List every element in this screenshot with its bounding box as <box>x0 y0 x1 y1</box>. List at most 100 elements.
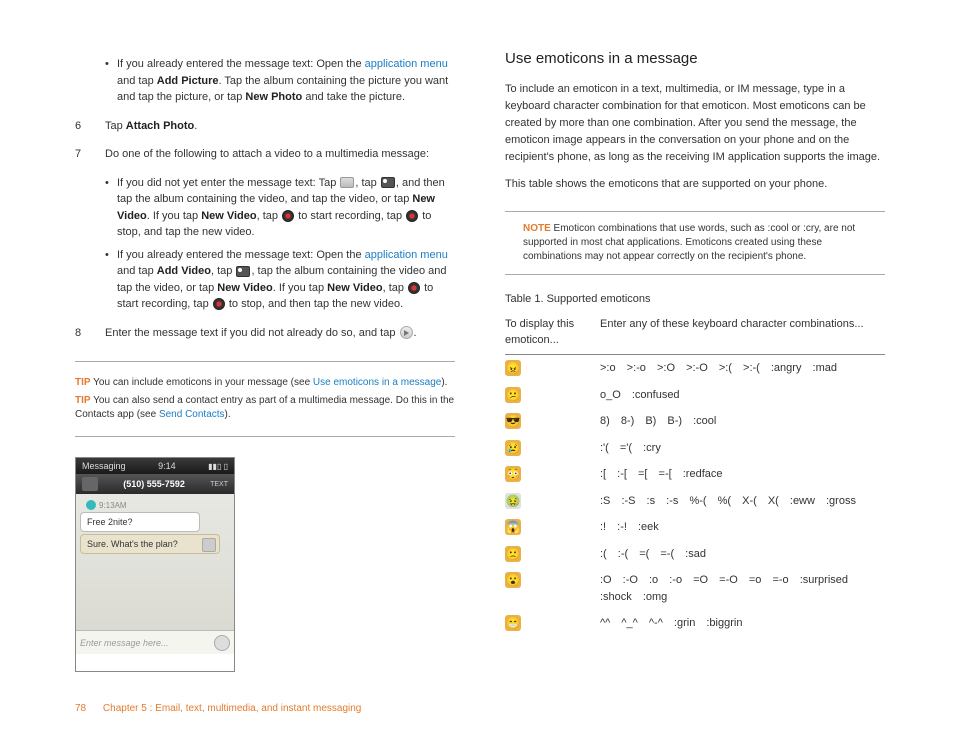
emoticon-combos: ^^ ^_^ ^-^ :grin :biggrin <box>600 615 885 632</box>
text: , tap <box>211 265 235 277</box>
paragraph: This table shows the emoticons that are … <box>505 176 885 193</box>
text: If you already entered the message text:… <box>117 58 365 70</box>
link-send-contacts[interactable]: Send Contacts <box>159 409 225 420</box>
step-number: 7 <box>75 146 105 163</box>
table-header-combos: Enter any of these keyboard character co… <box>600 317 885 348</box>
text: You can also send a contact entry as par… <box>75 395 454 420</box>
bold-add-video: Add Video <box>157 265 211 277</box>
emoticon-combos: :( :-( =( =-( :sad <box>600 546 885 563</box>
text: ). <box>441 377 447 388</box>
text: Enter the message text if you did not al… <box>105 327 399 339</box>
tip-label: TIP <box>75 395 91 406</box>
bold-new-video: New Video <box>201 210 256 222</box>
emoticon-combos: >:o >:-o >:O >:-O >:( >:-( :angry :mad <box>600 360 885 377</box>
note-text: Emoticon combinations that use words, su… <box>523 223 855 262</box>
stop-icon <box>406 210 418 222</box>
stop-icon <box>213 298 225 310</box>
table-row: 🙁:( :-( =( =-( :sad <box>505 541 885 568</box>
link-application-menu[interactable]: application menu <box>365 249 448 261</box>
attach-icon <box>214 635 230 651</box>
table-row: 😢 :'( ='( :cry <box>505 435 885 462</box>
incoming-message: Free 2nite? <box>80 512 200 532</box>
video-icon <box>381 177 395 188</box>
step-text: Do one of the following to attach a vide… <box>105 146 455 163</box>
status-app-name: Messaging <box>82 461 126 471</box>
table-header-emoticon: To display this emoticon... <box>505 317 600 348</box>
emoticon-combos: :S :-S :s :-s %-( %( X-( X( :eww :gross <box>600 493 885 510</box>
table-row: 😕 o_O :confused <box>505 382 885 409</box>
page-number: 78 <box>75 703 86 714</box>
text: , tap <box>355 177 379 189</box>
table-row: 😱 :! :-! :eek <box>505 514 885 541</box>
contact-icon <box>82 477 98 491</box>
left-column: • If you already entered the message tex… <box>75 50 455 672</box>
link-use-emoticons[interactable]: Use emoticons in a message <box>313 377 441 388</box>
paragraph: To include an emoticon in a text, multim… <box>505 81 885 166</box>
outgoing-message: Sure. What's the plan? <box>80 534 220 554</box>
emoticon-combos: :O :-O :o :-o =O =-O =o =-o :surprised :… <box>600 572 885 605</box>
signal-icon: ▮▮▯ ▯ <box>208 462 228 471</box>
text: . <box>194 120 197 132</box>
emoticon-combos: :! :-! :eek <box>600 519 885 536</box>
page-footer: 78 Chapter 5 : Email, text, multimedia, … <box>75 703 361 714</box>
table-row: 🤢 :S :-S :s :-s %-( %( X-( X( :eww :gross <box>505 488 885 515</box>
step-7: 7 Do one of the following to attach a vi… <box>75 146 455 163</box>
input-placeholder: Enter message here... <box>80 638 169 648</box>
compose-icon <box>340 177 354 188</box>
note-label: NOTE <box>523 223 551 234</box>
bold-new-video: New Video <box>217 282 272 294</box>
text: . <box>414 327 417 339</box>
bullet-existing-text-picture: • If you already entered the message tex… <box>105 56 455 106</box>
phone-message-input: Enter message here... <box>76 630 234 654</box>
emoticon-icon: 😢 <box>505 440 521 456</box>
text: to stop, and then tap the new video. <box>226 298 403 310</box>
emoticon-icon: 😕 <box>505 387 521 403</box>
emoticon-icon: 😠 <box>505 360 521 376</box>
bold-new-video: New Video <box>327 282 382 294</box>
text: If you did not yet enter the message tex… <box>117 177 339 189</box>
emoticon-icon: 😎 <box>505 413 521 429</box>
table-row: 😁^^ ^_^ ^-^ :grin :biggrin <box>505 610 885 637</box>
emoticon-combos: :'( ='( :cry <box>600 440 885 457</box>
message-text: Sure. What's the plan? <box>87 539 178 549</box>
record-icon <box>408 282 420 294</box>
text: ). <box>225 409 231 420</box>
bullet-no-text-video: • If you did not yet enter the message t… <box>105 175 455 241</box>
note-block: NOTE Emoticon combinations that use word… <box>505 211 885 275</box>
step-8: 8 Enter the message text if you did not … <box>75 325 455 342</box>
emoticon-combos: o_O :confused <box>600 387 885 404</box>
table-row: 😎 8) 8-) B) B-) :cool <box>505 408 885 435</box>
section-title: Use emoticons in a message <box>505 50 885 67</box>
link-application-menu[interactable]: application menu <box>365 58 448 70</box>
table-row: 😠 >:o >:-o >:O >:-O >:( >:-( :angry :mad <box>505 355 885 382</box>
step-number: 8 <box>75 325 105 342</box>
phone-screenshot: Messaging 9:14 ▮▮▯ ▯ (510) 555-7592 TEXT… <box>75 457 235 672</box>
table-row: 😳 :[ :-[ =[ =-[ :redface <box>505 461 885 488</box>
chapter-title: Chapter 5 : Email, text, multimedia, and… <box>103 703 361 714</box>
bullet-dot: • <box>105 56 117 106</box>
table-row: 😮 :O :-O :o :-o =O =-O =o =-o :surprised … <box>505 567 885 610</box>
phone-status-bar: Messaging 9:14 ▮▮▯ ▯ <box>76 458 234 474</box>
phone-number: (510) 555-7592 <box>123 479 185 489</box>
tip-block: TIP You can include emoticons in your me… <box>75 361 455 437</box>
table-caption: Table 1. Supported emoticons <box>505 293 885 305</box>
emoticon-icon: 🤢 <box>505 493 521 509</box>
text: and tap <box>117 75 157 87</box>
emoticon-icon: 😮 <box>505 572 521 588</box>
avatar-icon <box>202 538 216 552</box>
bold-add-picture: Add Picture <box>157 75 219 87</box>
step-number: 6 <box>75 118 105 135</box>
table-header: To display this emoticon... Enter any of… <box>505 311 885 355</box>
text: If you already entered the message text:… <box>117 249 365 261</box>
status-time: 9:14 <box>158 461 176 471</box>
emoticon-icon: 😳 <box>505 466 521 482</box>
emoticon-combos: :[ :-[ =[ =-[ :redface <box>600 466 885 483</box>
text: . If you tap <box>147 210 201 222</box>
bullet-dot: • <box>105 175 117 241</box>
text-button: TEXT <box>210 481 228 488</box>
emoticon-icon: 😱 <box>505 519 521 535</box>
tip-label: TIP <box>75 377 91 388</box>
emoticon-combos: 8) 8-) B) B-) :cool <box>600 413 885 430</box>
step-6: 6 Tap Attach Photo. <box>75 118 455 135</box>
timestamp: 9:13AM <box>86 500 230 510</box>
